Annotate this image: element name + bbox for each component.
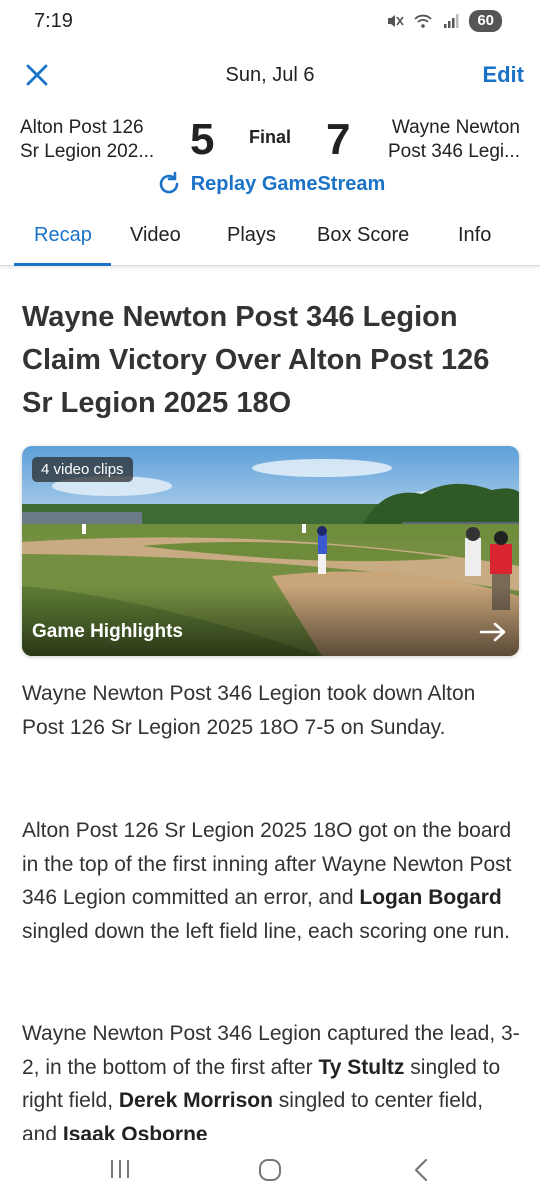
paragraph-text: Wayne Newton Post 346 Legion took down A…: [22, 682, 476, 739]
recap-paragraph-1: Wayne Newton Post 346 Legion took down A…: [22, 677, 522, 744]
player-name: Derek Morrison: [118, 1089, 273, 1112]
video-clips-badge: 4 video clips: [32, 457, 133, 482]
recent-apps-icon[interactable]: [108, 1158, 132, 1180]
video-card-title: Game Highlights: [32, 621, 183, 642]
paragraph-text: singled down the left field line, each s…: [22, 919, 510, 943]
back-icon[interactable]: [410, 1158, 432, 1182]
recap-paragraph-3: Wayne Newton Post 346 Legion captured th…: [22, 1017, 522, 1140]
recap-paragraph-2: Alton Post 126 Sr Legion 2025 18O got on…: [22, 814, 522, 948]
home-icon[interactable]: [257, 1158, 283, 1182]
player-name: Ty Stultz: [318, 1055, 405, 1079]
player-name: Isaak Osborne: [62, 1122, 208, 1141]
article-headline: Wayne Newton Post 346 Legion Claim Victo…: [22, 301, 490, 419]
system-nav-bar: [0, 1140, 540, 1200]
player-name: Logan Bogard: [359, 886, 502, 909]
article: Wayne Newton Post 346 Legion Claim Victo…: [0, 0, 540, 1140]
video-highlights-card[interactable]: 4 video clips Game Highlights: [22, 446, 519, 656]
arrow-right-icon: [479, 622, 506, 642]
